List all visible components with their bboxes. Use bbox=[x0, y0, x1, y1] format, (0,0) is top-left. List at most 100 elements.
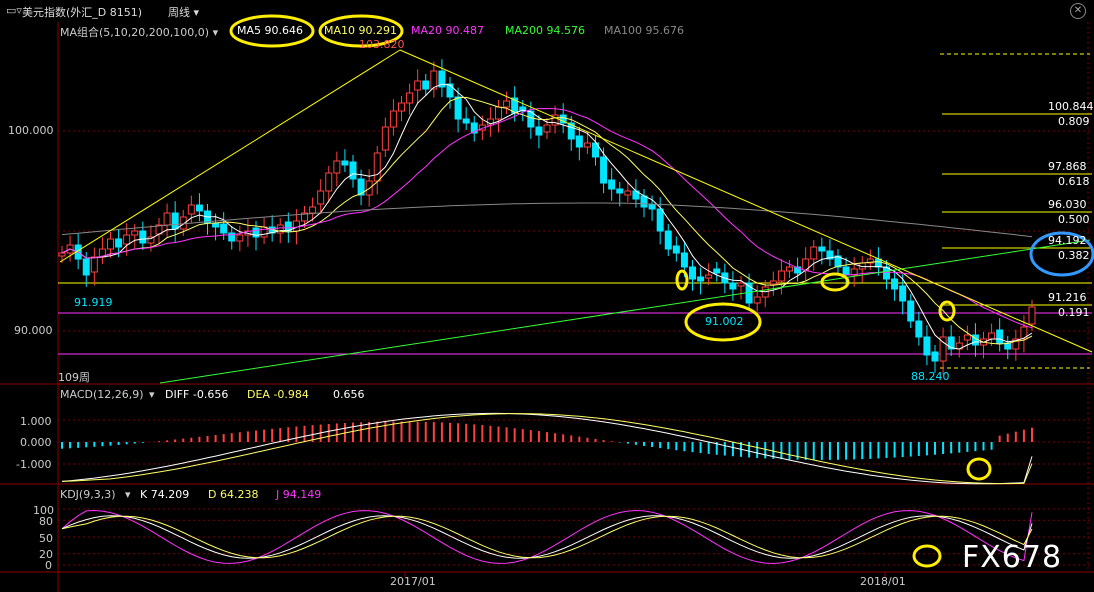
candle-body bbox=[187, 204, 195, 215]
candle-body bbox=[462, 118, 470, 124]
candle-body bbox=[107, 238, 114, 250]
candle-body bbox=[1028, 306, 1036, 325]
weeks-label: 109周 bbox=[58, 371, 90, 384]
ma200-value: MA200 94.576 bbox=[505, 24, 585, 37]
fib-price-label: 100.844 bbox=[1048, 100, 1094, 113]
candle-body bbox=[115, 238, 123, 248]
ma5-value: MA5 90.646 bbox=[237, 24, 303, 37]
candle-body bbox=[705, 274, 713, 279]
candle-body bbox=[333, 160, 341, 174]
candle-body bbox=[891, 278, 899, 290]
candle-body bbox=[697, 276, 705, 282]
macd-label[interactable]: MACD(12,26,9) bbox=[60, 388, 144, 401]
candle-body bbox=[131, 230, 139, 236]
watermark-logo: FX678 bbox=[962, 540, 1063, 575]
high-price-label: 103.820 bbox=[359, 38, 405, 51]
candle-body bbox=[260, 226, 268, 238]
fib-price-label: 96.030 bbox=[1048, 198, 1087, 211]
candle-body bbox=[309, 206, 317, 214]
candle-body bbox=[236, 234, 244, 242]
candle-body bbox=[616, 188, 624, 194]
low-left-label: 91.919 bbox=[74, 296, 113, 309]
kdj-tick-0: 0 bbox=[45, 559, 52, 572]
candle-body bbox=[608, 179, 616, 190]
fib-ratio-label: 0.500 bbox=[1058, 213, 1090, 226]
x-label-2017: 2017/01 bbox=[390, 575, 436, 588]
candle-body bbox=[786, 266, 793, 272]
candle-body bbox=[664, 230, 672, 250]
fib-ratio-label: 0.618 bbox=[1058, 175, 1090, 188]
candle-body bbox=[737, 282, 745, 287]
candle-body bbox=[220, 223, 228, 234]
low-right-label: 88.240 bbox=[911, 370, 950, 383]
candle-body bbox=[139, 230, 147, 244]
candle-body bbox=[325, 172, 333, 192]
candle-body bbox=[341, 160, 349, 166]
candle-body bbox=[810, 246, 818, 260]
candle-body bbox=[753, 296, 761, 304]
candle-body bbox=[495, 106, 502, 120]
candle-body bbox=[689, 266, 696, 280]
kdj-tick-80: 80 bbox=[39, 515, 53, 528]
trendline-up bbox=[59, 49, 401, 263]
fib-ratio-label: 0.809 bbox=[1058, 115, 1090, 128]
candle-body bbox=[656, 208, 664, 232]
candle-body bbox=[535, 126, 543, 136]
kdj-cross-ring bbox=[912, 544, 942, 568]
ma200-line bbox=[159, 239, 1091, 384]
candle-body bbox=[454, 96, 462, 120]
macd-diff-value: DIFF -0.656 bbox=[165, 388, 229, 401]
candle-body bbox=[931, 351, 939, 362]
candle-body bbox=[713, 268, 721, 274]
candle-body bbox=[600, 156, 608, 184]
chart-canvas bbox=[0, 14, 1094, 592]
macd-value: 0.656 bbox=[333, 388, 365, 401]
fib-price-label: 97.868 bbox=[1048, 160, 1087, 173]
x-label-2018: 2018/01 bbox=[860, 575, 906, 588]
macd-dea-value: DEA -0.984 bbox=[247, 388, 309, 401]
candle-body bbox=[640, 195, 648, 208]
candle-body bbox=[680, 252, 688, 268]
candle-body bbox=[58, 252, 66, 257]
kdj-k-value: K 74.209 bbox=[140, 488, 190, 501]
macd-tick-neg1: -1.000 bbox=[16, 458, 52, 471]
kdj-label[interactable]: KDJ(9,3,3) bbox=[60, 488, 116, 501]
candle-body bbox=[648, 204, 656, 210]
candle-body bbox=[503, 100, 511, 108]
candle-ring-2 bbox=[820, 272, 850, 292]
candle-body bbox=[292, 220, 300, 232]
candle-body bbox=[583, 142, 591, 148]
candle-body bbox=[907, 300, 915, 322]
kdj-d-value: D 64.238 bbox=[208, 488, 259, 501]
candle-body bbox=[672, 245, 680, 254]
candle-body bbox=[963, 334, 971, 341]
candle-body bbox=[406, 92, 414, 104]
candle-body bbox=[195, 204, 203, 212]
candle-body bbox=[769, 280, 777, 285]
candle-body bbox=[446, 83, 454, 98]
fib-ratio-label: 0.191 bbox=[1058, 306, 1090, 319]
candle-body bbox=[543, 124, 551, 133]
ma10-value: MA10 90.291 bbox=[324, 24, 397, 37]
candle-body bbox=[842, 266, 850, 276]
candle-body bbox=[729, 282, 737, 290]
candle-body bbox=[389, 110, 397, 128]
macd-tick-1: 1.000 bbox=[20, 415, 52, 428]
candle-body bbox=[349, 161, 357, 180]
candle-body bbox=[422, 80, 430, 90]
ma-combo-label[interactable]: MA组合(5,10,20,200,100,0) bbox=[60, 26, 209, 39]
candle-body bbox=[317, 190, 325, 205]
ma20-value: MA20 90.487 bbox=[411, 24, 484, 37]
low-mid-label: 91.002 bbox=[705, 315, 744, 328]
candle-body bbox=[575, 135, 583, 148]
candle-body bbox=[915, 320, 923, 338]
candle-body bbox=[923, 336, 931, 356]
candle-body bbox=[381, 126, 389, 151]
candle-body bbox=[373, 152, 381, 182]
macd-cross-ring bbox=[966, 457, 992, 481]
chart-window: ▭▿ 美元指数(外汇_D 8151) 周线 ▾ ✕ MA组合(5,10,20,2… bbox=[0, 0, 1094, 592]
candle-ring-1 bbox=[675, 269, 689, 291]
candle-body bbox=[398, 102, 405, 112]
fib-price-label: 94.192 bbox=[1048, 234, 1087, 247]
fib-price-label: 91.216 bbox=[1048, 291, 1087, 304]
